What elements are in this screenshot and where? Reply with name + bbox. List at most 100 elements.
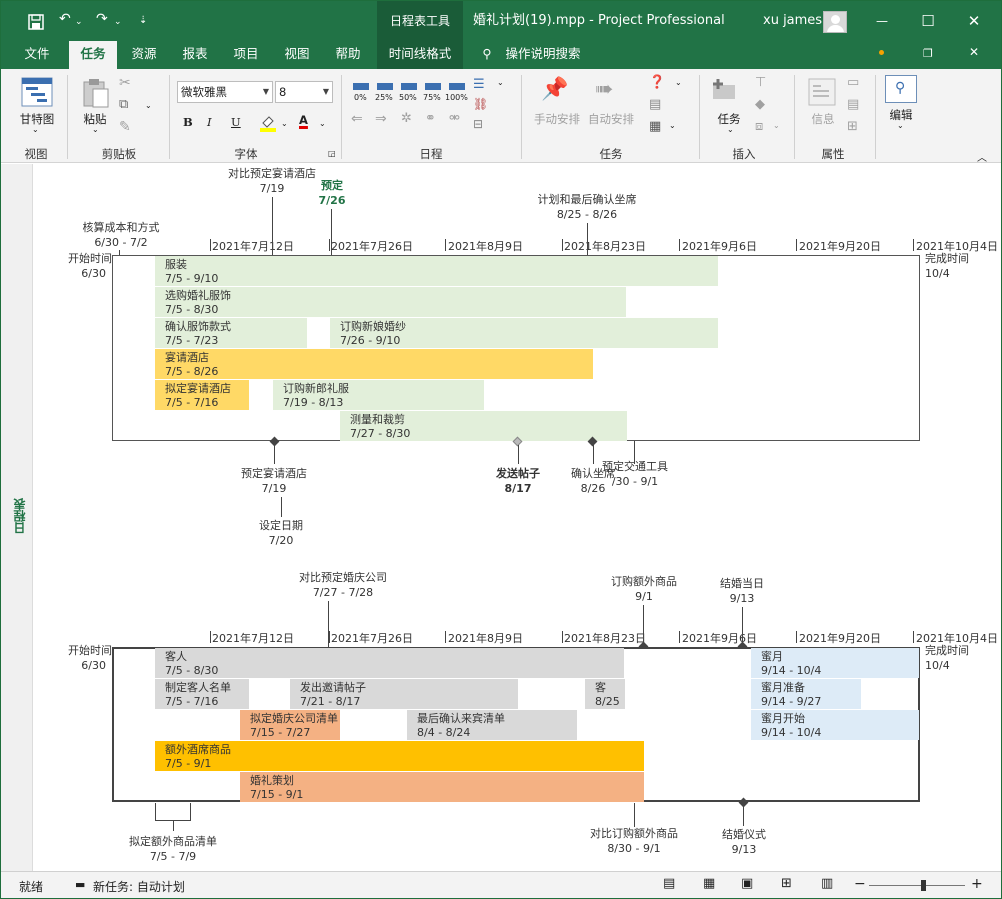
italic-button[interactable]: I	[207, 115, 212, 129]
mark-on-track-dropdown-icon[interactable]: ⌄	[497, 78, 504, 87]
milestone-icon[interactable]: ◆	[755, 97, 765, 112]
callout-label[interactable]: 预定	[312, 178, 352, 193]
tell-me-search[interactable]: 操作说明搜索	[503, 41, 583, 69]
tab-task[interactable]: 任务	[69, 41, 117, 69]
manual-schedule-button[interactable]: 手动安排	[531, 111, 583, 127]
callout-label[interactable]: 对比预定婚庆公司	[290, 570, 396, 585]
insert-task-icon[interactable]	[711, 77, 741, 105]
tab-resource[interactable]: 资源	[121, 41, 167, 69]
mark-on-track-icon[interactable]: ☰	[473, 77, 485, 92]
find-icon[interactable]: ⚲	[885, 75, 917, 103]
pct-50-button[interactable]: 50%	[399, 93, 417, 102]
task-bar[interactable]: 额外酒席商品 7/5 - 9/1	[155, 741, 644, 771]
view-calendar-icon[interactable]: ▦	[703, 876, 715, 891]
zoom-out-button[interactable]: −	[854, 876, 866, 892]
gantt-chart-icon[interactable]	[21, 77, 53, 107]
minimize-button[interactable]: —	[859, 1, 905, 41]
undo-dropdown-icon[interactable]: ⌄	[75, 17, 83, 27]
collapse-ribbon-icon[interactable]: ︿	[977, 149, 987, 164]
tab-help[interactable]: 帮助	[325, 41, 371, 69]
indent-icon[interactable]: ⇒	[375, 111, 387, 127]
view-task-usage-icon[interactable]: ▤	[663, 876, 675, 891]
paste-dropdown-icon[interactable]: ⌄	[92, 125, 99, 134]
zoom-slider-handle[interactable]	[921, 880, 926, 891]
move-icon[interactable]: ▤	[649, 97, 661, 112]
task-bar[interactable]: 确认服饰款式 7/5 - 7/23	[155, 318, 307, 348]
link-tasks-icon[interactable]: ⚭	[425, 111, 436, 126]
task-bar[interactable]: 拟定宴请酒店 7/5 - 7/16	[155, 380, 249, 410]
split-task-icon[interactable]: ✲	[401, 111, 412, 126]
summary-icon[interactable]: ⊤	[755, 75, 766, 90]
task-bar[interactable]: 服装 7/5 - 9/10	[155, 256, 718, 286]
callout-label[interactable]: 订购额外商品	[604, 574, 684, 589]
task-bar[interactable]: 蜜月开始 9/14 - 10/4	[751, 710, 919, 740]
unlink-tasks-icon[interactable]: ⚮	[449, 111, 460, 126]
auto-schedule-icon[interactable]: ➠	[595, 77, 613, 102]
notes-icon[interactable]: ▭	[847, 75, 859, 90]
task-bar[interactable]: 选购婚礼服饰 7/5 - 8/30	[155, 287, 626, 317]
close-button[interactable]: ✕	[951, 1, 997, 41]
pct-25-button[interactable]: 25%	[375, 93, 393, 102]
ribbon-display-icon[interactable]: ❐	[923, 47, 933, 60]
user-name[interactable]: xu james	[763, 1, 822, 41]
format-painter-icon[interactable]: ✎	[119, 119, 131, 135]
view-team-planner-icon[interactable]: ▣	[741, 876, 753, 891]
save-icon[interactable]	[27, 13, 45, 31]
tab-report[interactable]: 报表	[172, 41, 218, 69]
share-close-icon[interactable]: ✕	[969, 45, 979, 59]
inactivate-icon[interactable]: ⊟	[473, 117, 483, 131]
deliverable-icon[interactable]: ⧈	[755, 119, 763, 134]
undo-icon[interactable]: ↶	[59, 11, 71, 27]
avatar[interactable]	[823, 11, 847, 33]
highlight-color-icon[interactable]	[259, 113, 277, 133]
task-bar[interactable]: 测量和裁剪 7/27 - 8/30	[340, 411, 627, 441]
callout-label[interactable]: 核算成本和方式	[78, 220, 164, 235]
inspect-icon[interactable]: ❓	[649, 75, 665, 90]
task-bar[interactable]: 最后确认来宾清单 8/4 - 8/24	[407, 710, 577, 740]
font-color-button[interactable]: A	[299, 113, 308, 127]
task-bar[interactable]: 蜜月 9/14 - 10/4	[751, 648, 919, 678]
tab-timeline-format[interactable]: 时间线格式	[377, 41, 463, 69]
add-to-timeline-icon[interactable]: ⊞	[847, 119, 858, 134]
redo-dropdown-icon[interactable]: ⌄	[114, 17, 122, 27]
pct-100-button[interactable]: 100%	[445, 93, 468, 102]
task-bar[interactable]: 客 8/25	[585, 679, 625, 709]
font-family-select[interactable]: 微软雅黑 ▼	[177, 81, 273, 103]
callout-label[interactable]: 对比订购额外商品	[581, 826, 687, 841]
callout-label[interactable]: 预定宴请酒店	[224, 466, 324, 481]
paste-icon[interactable]	[81, 77, 111, 109]
task-bar[interactable]: 制定客人名单 7/5 - 7/16	[155, 679, 249, 709]
task-bar[interactable]: 订购新郎礼服 7/19 - 8/13	[273, 380, 484, 410]
callout-label[interactable]: 设定日期	[246, 518, 316, 533]
pct-0-button[interactable]: 0%	[354, 93, 367, 102]
view-report-icon[interactable]: ▥	[821, 876, 833, 891]
highlight-dropdown-icon[interactable]: ⌄	[281, 119, 288, 128]
copy-icon[interactable]: ⧉	[119, 97, 128, 112]
information-icon[interactable]	[807, 77, 837, 107]
timeline-canvas[interactable]: 2021年7月12日 2021年7月26日 2021年8月9日 2021年8月2…	[34, 164, 1001, 871]
new-task-mode[interactable]: 新任务: 自动计划	[93, 878, 185, 895]
gantt-dropdown-icon[interactable]: ⌄	[32, 125, 39, 134]
respect-links-icon[interactable]: ⛓	[473, 97, 488, 111]
task-bar[interactable]: 蜜月准备 9/14 - 9/27	[751, 679, 861, 709]
callout-label[interactable]: 结婚当日	[712, 576, 772, 591]
view-resource-sheet-icon[interactable]: ⊞	[781, 876, 792, 891]
editing-dropdown-icon[interactable]: ⌄	[897, 121, 904, 130]
task-bar[interactable]: 宴请酒店 7/5 - 8/26	[155, 349, 593, 379]
task-bar[interactable]: 发出邀请帖子 7/21 - 8/17	[290, 679, 518, 709]
tab-project[interactable]: 项目	[223, 41, 269, 69]
callout-label[interactable]: 拟定额外商品清单	[120, 834, 226, 849]
task-bar[interactable]: 订购新娘婚纱 7/26 - 9/10	[330, 318, 718, 348]
task-bar[interactable]: 客人 7/5 - 8/30	[155, 648, 624, 678]
inspect-dropdown-icon[interactable]: ⌄	[675, 78, 682, 87]
callout-label[interactable]: 计划和最后确认坐席	[532, 192, 642, 207]
zoom-in-button[interactable]: +	[971, 876, 983, 892]
callout-label[interactable]: 结婚仪式	[714, 827, 774, 842]
font-color-dropdown-icon[interactable]: ⌄	[319, 119, 326, 128]
mode-dropdown-icon[interactable]: ⌄	[669, 121, 676, 130]
mode-icon[interactable]: ▦	[649, 119, 661, 134]
callout-label[interactable]: 预定交通工具	[600, 459, 670, 474]
details-icon[interactable]: ▤	[847, 97, 859, 112]
callout-label[interactable]: 对比预定宴请酒店	[222, 166, 322, 181]
cut-icon[interactable]: ✂	[119, 75, 131, 91]
